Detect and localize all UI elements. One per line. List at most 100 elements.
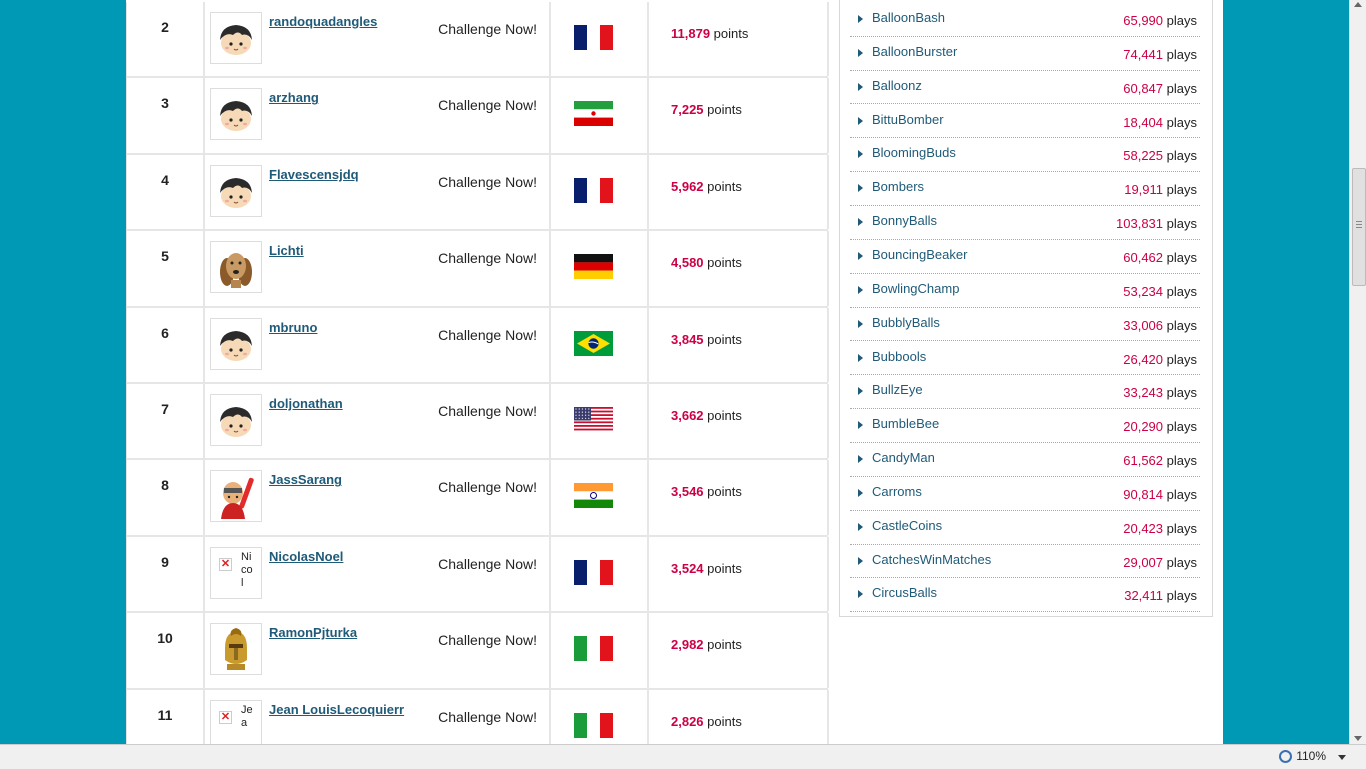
username-link[interactable]: arzhang bbox=[269, 90, 319, 105]
points-number: 11,879 bbox=[671, 26, 711, 41]
game-link[interactable]: BonnyBalls bbox=[872, 213, 937, 228]
game-link[interactable]: BouncingBeaker bbox=[872, 247, 967, 262]
plays-number: 20,290 bbox=[1123, 419, 1164, 435]
avatar[interactable]: ✕ Jea bbox=[210, 699, 262, 744]
list-item[interactable]: BumbleBee 20,290 plays bbox=[850, 408, 1200, 443]
points-unit: points bbox=[707, 713, 742, 729]
bullet-arrow-icon bbox=[858, 455, 863, 464]
list-item[interactable]: Bubbools 26,420 plays bbox=[850, 341, 1200, 376]
list-item[interactable]: Balloonz 60,847 plays bbox=[850, 70, 1200, 105]
avatar[interactable] bbox=[210, 317, 262, 370]
flag-cell bbox=[551, 689, 649, 744]
list-item[interactable]: CatchesWinMatches 29,007 plays bbox=[850, 544, 1200, 579]
list-item[interactable]: BloomingBuds 58,225 plays bbox=[850, 137, 1200, 173]
game-link[interactable]: BubblyBalls bbox=[872, 315, 940, 330]
challenge-now-link[interactable]: Challenge Now! bbox=[438, 403, 537, 419]
plays-unit: plays bbox=[1166, 520, 1197, 536]
username-link[interactable]: JassSarang bbox=[269, 472, 342, 487]
plays-number: 74,441 bbox=[1123, 46, 1164, 62]
list-item[interactable]: BowlingChamp 53,234 plays bbox=[850, 273, 1200, 308]
avatar[interactable] bbox=[210, 12, 262, 64]
plays-number: 53,234 bbox=[1123, 283, 1164, 299]
list-item[interactable]: BalloonBurster 74,441 plays bbox=[850, 36, 1200, 71]
table-row: 4 Flavescensjdq Challenge Now! 5,962 points bbox=[127, 154, 829, 232]
game-link[interactable]: CastleCoins bbox=[872, 518, 942, 533]
zoom-icon[interactable] bbox=[1279, 750, 1292, 763]
game-link[interactable]: CatchesWinMatches bbox=[872, 552, 991, 567]
game-link[interactable]: BalloonBurster bbox=[872, 44, 957, 59]
username-link[interactable]: Lichti bbox=[269, 243, 304, 258]
username-link[interactable]: mbruno bbox=[269, 320, 317, 335]
username-link[interactable]: randoquadangles bbox=[269, 14, 377, 29]
game-link[interactable]: BumbleBee bbox=[872, 416, 939, 431]
game-link[interactable]: BalloonBash bbox=[872, 10, 945, 25]
username-link[interactable]: Jean LouisLecoquierr bbox=[269, 702, 404, 717]
game-link[interactable]: BowlingChamp bbox=[872, 281, 959, 296]
user-cell: JassSarang Challenge Now! bbox=[203, 460, 551, 535]
avatar[interactable] bbox=[210, 623, 262, 676]
game-link[interactable]: Carroms bbox=[872, 484, 922, 499]
list-item[interactable]: Bombers 19,911 plays bbox=[850, 171, 1200, 207]
challenge-now-link[interactable]: Challenge Now! bbox=[438, 556, 537, 572]
challenge-now-link[interactable]: Challenge Now! bbox=[438, 174, 537, 190]
list-item[interactable]: BullzEye 33,243 plays bbox=[850, 374, 1200, 410]
game-link[interactable]: Balloonz bbox=[872, 78, 922, 93]
points-value: 2,982 points bbox=[671, 637, 742, 652]
list-item[interactable]: BittuBomber 18,404 plays bbox=[850, 104, 1200, 139]
game-link[interactable]: BloomingBuds bbox=[872, 145, 956, 160]
plays-unit: plays bbox=[1166, 588, 1197, 604]
list-item[interactable]: CircusBalls 32,411 plays bbox=[850, 577, 1200, 613]
list-item[interactable]: BubblyBalls 33,006 plays bbox=[850, 307, 1200, 342]
game-link[interactable]: BittuBomber bbox=[872, 112, 944, 127]
flag-france-icon bbox=[574, 25, 613, 50]
vertical-scrollbar[interactable] bbox=[1349, 0, 1366, 744]
challenge-now-link[interactable]: Challenge Now! bbox=[438, 21, 537, 37]
game-link[interactable]: CandyMan bbox=[872, 450, 935, 465]
bullet-arrow-icon bbox=[858, 184, 863, 193]
challenge-now-link[interactable]: Challenge Now! bbox=[438, 479, 537, 495]
avatar[interactable]: ✕ Nicol bbox=[210, 546, 262, 599]
plays-unit: plays bbox=[1166, 182, 1197, 198]
scroll-up-arrow-icon[interactable] bbox=[1354, 2, 1362, 7]
avatar[interactable] bbox=[210, 164, 262, 217]
plays-count: 19,911 plays bbox=[1124, 182, 1197, 197]
username-link[interactable]: doljonathan bbox=[269, 396, 343, 411]
points-number: 3,845 bbox=[671, 331, 704, 347]
zoom-dropdown-icon[interactable] bbox=[1338, 755, 1346, 760]
avatar[interactable] bbox=[210, 88, 262, 141]
list-item[interactable]: CandyMan 61,562 plays bbox=[850, 442, 1200, 477]
game-link[interactable]: BullzEye bbox=[872, 382, 923, 397]
username-link[interactable]: Flavescensjdq bbox=[269, 167, 359, 182]
username-link[interactable]: RamonPjturka bbox=[269, 625, 357, 640]
list-item[interactable]: Carroms 90,814 plays bbox=[850, 476, 1200, 511]
challenge-now-link[interactable]: Challenge Now! bbox=[438, 709, 537, 725]
plays-unit: plays bbox=[1166, 486, 1197, 502]
username-link[interactable]: NicolasNoel bbox=[269, 549, 343, 564]
points-value: 2,826 points bbox=[671, 714, 742, 729]
challenge-now-link[interactable]: Challenge Now! bbox=[438, 97, 537, 113]
challenge-now-link[interactable]: Challenge Now! bbox=[438, 327, 537, 343]
list-item[interactable]: CastleCoins 20,423 plays bbox=[850, 510, 1200, 545]
challenge-now-link[interactable]: Challenge Now! bbox=[438, 250, 537, 266]
table-row: 5 Lichti Challenge Now! 4,580 points bbox=[127, 231, 829, 308]
bullet-arrow-icon bbox=[858, 590, 863, 599]
game-link[interactable]: CircusBalls bbox=[872, 585, 937, 600]
avatar[interactable] bbox=[210, 470, 262, 523]
scroll-down-arrow-icon[interactable] bbox=[1354, 736, 1362, 741]
game-link[interactable]: Bombers bbox=[872, 179, 924, 194]
plays-count: 65,990 plays bbox=[1123, 13, 1197, 28]
points-cell: 11,879 points bbox=[649, 2, 829, 77]
list-item[interactable]: BouncingBeaker 60,462 plays bbox=[850, 239, 1200, 274]
list-item[interactable]: BalloonBash 65,990 plays bbox=[850, 2, 1200, 37]
plays-unit: plays bbox=[1166, 80, 1197, 96]
scrollbar-thumb[interactable] bbox=[1352, 168, 1366, 286]
user-cell: ✕ Nicol NicolasNoel Challenge Now! bbox=[203, 536, 551, 612]
game-link[interactable]: Bubbools bbox=[872, 349, 926, 364]
table-row: 3 arzhang Challenge Now! 7,225 points bbox=[127, 78, 829, 155]
avatar[interactable] bbox=[210, 241, 262, 294]
challenge-now-link[interactable]: Challenge Now! bbox=[438, 632, 537, 648]
rank-cell: 9 bbox=[127, 536, 205, 612]
zoom-level[interactable]: 110% bbox=[1296, 749, 1326, 763]
list-item[interactable]: BonnyBalls 103,831 plays bbox=[850, 205, 1200, 240]
avatar[interactable] bbox=[210, 393, 262, 446]
